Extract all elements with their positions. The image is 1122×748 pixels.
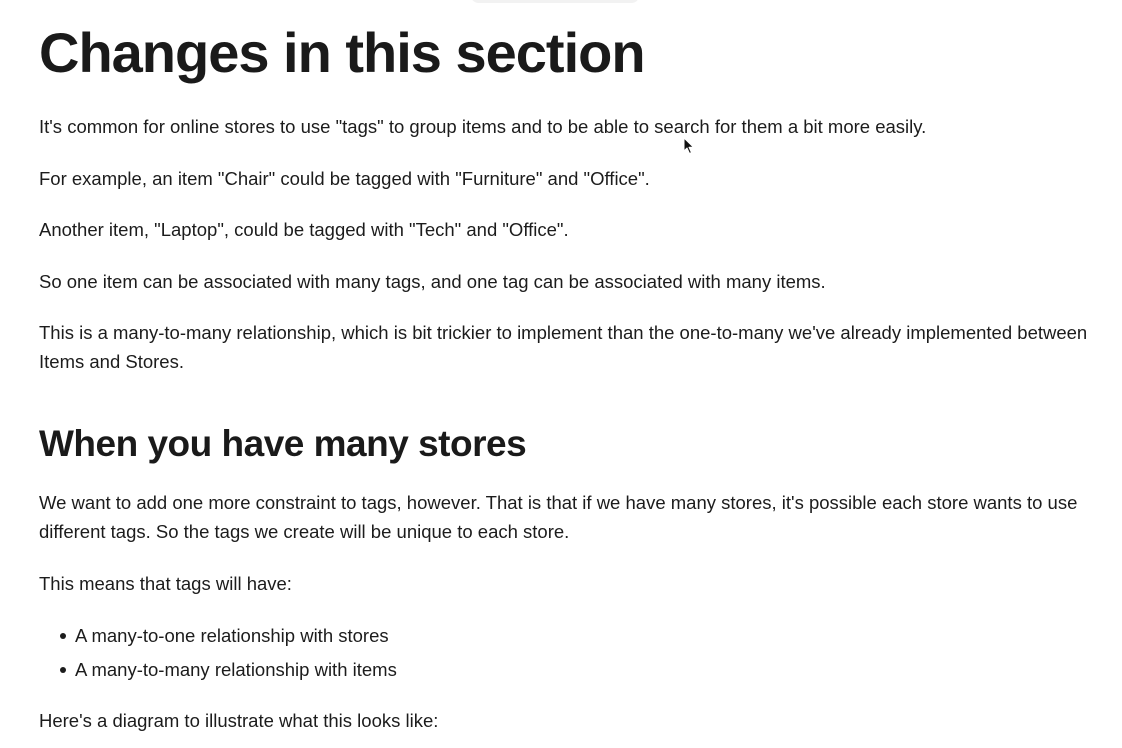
paragraph-diagram-intro: Here's a diagram to illustrate what this… [39,710,439,731]
paragraph-constraint: We want to add one more constraint to ta… [39,492,1078,542]
list-item-text: A many-to-one relationship with stores [75,625,389,646]
list-item-text: A many-to-many relationship with items [75,658,397,680]
paragraph-tags-have: This means that tags will have: [39,573,292,594]
bullet-icon [60,666,66,673]
mouse-pointer-icon [683,137,694,154]
top-scroll-tab [470,0,640,3]
list-item: A many-to-one relationship with stores [39,621,397,655]
list-item: A many-to-many relationship with items [39,655,397,689]
paragraph-many-to-many: This is a many-to-many relationship, whi… [39,322,1088,372]
page-title: Changes in this section [39,21,646,84]
section-heading-many-stores: When you have many stores [39,423,527,464]
relationship-list: A many-to-one relationship with stores A… [39,621,397,688]
paragraph-example-laptop: Another item, "Laptop", could be tagged … [39,219,569,240]
paragraph-example-chair: For example, an item "Chair" could be ta… [39,168,650,189]
paragraph-intro-tags: It's common for online stores to use "ta… [39,116,927,137]
bullet-icon [60,633,66,639]
paragraph-association: So one item can be associated with many … [39,271,826,292]
